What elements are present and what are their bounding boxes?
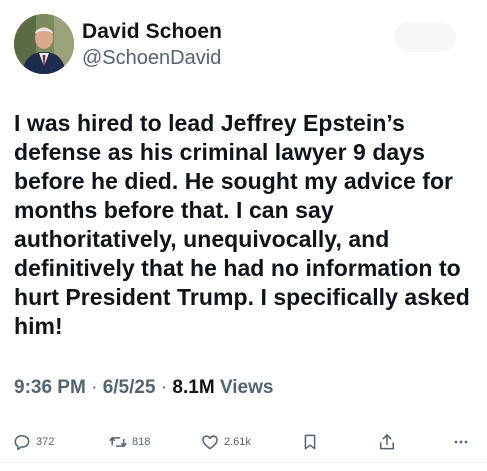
- reply-count: 372: [36, 436, 55, 448]
- tweet-meta: 9:36 PM · 6/5/25 · 8.1M Views: [14, 377, 273, 399]
- avatar-image: [14, 14, 74, 74]
- more-button[interactable]: [451, 430, 471, 454]
- divider: [0, 462, 487, 463]
- tweet-text: I was hired to lead Jeffrey Epstein’s de…: [14, 110, 470, 339]
- heart-icon: [202, 435, 218, 450]
- meta-separator: ·: [91, 377, 98, 398]
- share-icon: [380, 434, 394, 450]
- reply-icon: [14, 435, 30, 451]
- author-handle[interactable]: @SchoenDavid: [82, 47, 221, 70]
- retweet-icon: [109, 437, 127, 447]
- tweet-date[interactable]: 6/5/25: [103, 377, 156, 398]
- tweet-time[interactable]: 9:36 PM: [14, 377, 86, 398]
- share-button[interactable]: [377, 430, 397, 454]
- more-icon: [454, 440, 468, 444]
- retweet-count: 818: [132, 436, 151, 448]
- like-button[interactable]: 2.61k: [200, 430, 251, 454]
- views-count: 8.1M: [172, 377, 215, 398]
- views-label: Views: [219, 377, 274, 398]
- avatar[interactable]: [14, 14, 74, 74]
- action-bar: 372 818 2.61k: [0, 430, 487, 454]
- like-count: 2.61k: [224, 436, 251, 448]
- bookmark-button[interactable]: [300, 430, 320, 454]
- reply-button[interactable]: 372: [12, 430, 54, 454]
- follow-button[interactable]: [394, 22, 456, 52]
- meta-separator: ·: [160, 377, 168, 398]
- retweet-button[interactable]: 818: [108, 430, 150, 454]
- tweet-header: David Schoen @SchoenDavid: [14, 14, 474, 78]
- author-display-name[interactable]: David Schoen: [82, 20, 222, 44]
- bookmark-icon: [304, 434, 316, 450]
